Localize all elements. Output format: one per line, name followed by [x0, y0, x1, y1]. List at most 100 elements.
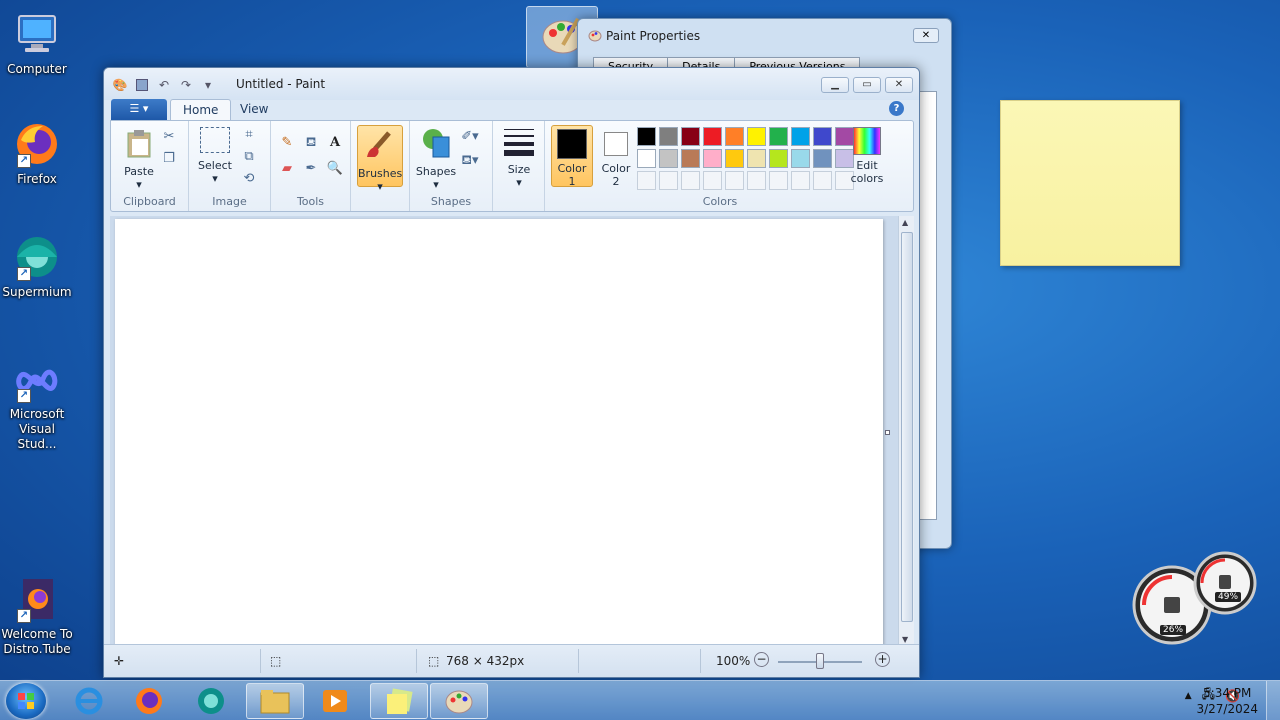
close-button[interactable]: ✕ — [885, 77, 913, 93]
palette-swatch[interactable] — [681, 127, 700, 146]
palette-swatch[interactable] — [769, 149, 788, 168]
drawing-canvas[interactable] — [115, 219, 883, 647]
palette-swatch[interactable] — [813, 149, 832, 168]
memory-usage: 49% — [1215, 592, 1242, 602]
paint-app-icon[interactable]: 🎨 — [112, 77, 128, 93]
taskbar-paint[interactable] — [430, 683, 488, 719]
pencil-icon[interactable]: ✎ — [277, 133, 297, 153]
text-icon[interactable]: A — [325, 133, 345, 153]
palette-swatch[interactable] — [747, 149, 766, 168]
tab-home[interactable]: Home — [170, 99, 232, 120]
clock-time: 5:34 PM — [1203, 686, 1252, 700]
crop-icon[interactable]: ⌗ — [239, 125, 259, 145]
color2-button[interactable]: Color 2 — [597, 128, 635, 188]
palette-swatch[interactable] — [703, 127, 722, 146]
color1-button[interactable]: Color 1 — [551, 125, 593, 188]
resize-icon[interactable]: ⧉ — [239, 147, 259, 167]
brushes-button[interactable]: Brushes ▾ — [357, 125, 403, 193]
group-clipboard: Paste ▾ ✂ ❐ Clipboard — [111, 121, 189, 211]
select-button[interactable]: Select ▾ — [195, 127, 235, 185]
shapes-button[interactable]: Shapes ▾ — [414, 127, 458, 191]
palette-swatch[interactable] — [659, 127, 678, 146]
palette-swatch[interactable] — [725, 171, 744, 190]
customize-qat-icon[interactable]: ▾ — [200, 77, 216, 93]
dialog-close-button[interactable]: ✕ — [913, 28, 939, 43]
palette-swatch[interactable] — [703, 171, 722, 190]
dialog-title: Paint Properties — [606, 29, 701, 43]
desktop-icon-label: Welcome To Distro.Tube — [1, 627, 73, 656]
palette-swatch[interactable] — [769, 171, 788, 190]
undo-icon[interactable]: ↶ — [156, 77, 172, 93]
scroll-down-icon[interactable]: ▼ — [902, 635, 908, 644]
zoom-in-button[interactable]: + — [875, 652, 890, 667]
desktop-icon-computer[interactable]: Computer — [0, 10, 74, 77]
outline-icon[interactable]: ✐▾ — [460, 127, 480, 147]
show-desktop-button[interactable] — [1266, 681, 1280, 720]
shape-fill-icon[interactable]: ⛾▾ — [460, 151, 480, 171]
palette-swatch[interactable] — [813, 171, 832, 190]
palette-swatch[interactable] — [637, 171, 656, 190]
cpu-meter-gadget[interactable]: 26% 49% — [1130, 550, 1260, 645]
zoom-out-button[interactable]: − — [754, 652, 769, 667]
tab-view[interactable]: View — [228, 99, 280, 120]
start-button[interactable] — [6, 683, 46, 719]
palette-swatch[interactable] — [747, 171, 766, 190]
save-icon[interactable] — [136, 79, 148, 91]
palette-swatch[interactable] — [813, 127, 832, 146]
color2-swatch — [604, 132, 628, 156]
magnifier-icon[interactable]: 🔍 — [325, 159, 345, 179]
canvas-resize-handle[interactable] — [885, 430, 890, 435]
zoom-slider-thumb[interactable] — [816, 653, 824, 669]
color-picker-icon[interactable]: ✒ — [301, 159, 321, 179]
maximize-button[interactable]: ▭ — [853, 77, 881, 93]
cursor-position-icon: ✛ — [114, 654, 125, 668]
taskbar-supermium[interactable] — [182, 683, 240, 719]
palette-swatch[interactable] — [703, 149, 722, 168]
sticky-note[interactable] — [1000, 100, 1180, 266]
palette-swatch[interactable] — [791, 149, 810, 168]
scroll-up-icon[interactable]: ▲ — [902, 218, 908, 227]
palette-swatch[interactable] — [681, 149, 700, 168]
palette-swatch[interactable] — [769, 127, 788, 146]
status-bar: ✛ ⬚ ⬚ 768 × 432px 100% − + — [104, 644, 919, 677]
palette-swatch[interactable] — [725, 127, 744, 146]
taskbar-firefox[interactable] — [120, 683, 178, 719]
show-hidden-icons-icon[interactable]: ▲ — [1185, 691, 1192, 701]
edit-colors-button[interactable]: Edit colors — [845, 127, 889, 185]
redo-icon[interactable]: ↷ — [178, 77, 194, 93]
folder-icon — [260, 690, 290, 714]
title-bar[interactable]: 🎨 ↶ ↷ ▾ Untitled - Paint ▁ ▭ ✕ — [104, 68, 919, 100]
minimize-button[interactable]: ▁ — [821, 77, 849, 93]
help-icon[interactable]: ? — [889, 101, 904, 116]
desktop-icon-firefox[interactable]: ↗ Firefox — [0, 120, 74, 187]
fill-icon[interactable]: ⛾ — [301, 133, 321, 153]
paint-menu-button[interactable]: ☰ ▾ — [111, 99, 167, 120]
palette-swatch[interactable] — [681, 171, 700, 190]
size-button[interactable]: Size ▾ — [499, 127, 539, 189]
paste-button[interactable]: Paste ▾ — [119, 127, 159, 191]
desktop-icon-visual-studio[interactable]: ↗ Microsoft Visual Stud... — [0, 355, 74, 452]
scrollbar-thumb[interactable] — [901, 232, 913, 622]
palette-swatch[interactable] — [659, 171, 678, 190]
palette-swatch[interactable] — [791, 171, 810, 190]
palette-swatch[interactable] — [747, 127, 766, 146]
taskbar-sticky-notes[interactable] — [370, 683, 428, 719]
desktop-icon-label: Supermium — [2, 285, 72, 299]
palette-swatch[interactable] — [637, 149, 656, 168]
eraser-icon[interactable]: ▰ — [277, 159, 297, 179]
cut-icon[interactable]: ✂ — [159, 127, 179, 147]
palette-swatch[interactable] — [725, 149, 744, 168]
palette-swatch[interactable] — [637, 127, 656, 146]
palette-swatch[interactable] — [659, 149, 678, 168]
taskbar-media-player[interactable] — [306, 683, 364, 719]
vertical-scrollbar[interactable]: ▲ ▼ — [898, 216, 914, 646]
copy-icon[interactable]: ❐ — [159, 149, 179, 169]
desktop-icon-welcome[interactable]: ↗ Welcome To Distro.Tube — [0, 575, 74, 657]
taskbar-ie[interactable] — [60, 683, 118, 719]
taskbar-explorer[interactable] — [246, 683, 304, 719]
paint-window: 🎨 ↶ ↷ ▾ Untitled - Paint ▁ ▭ ✕ ☰ ▾ Home … — [103, 67, 920, 678]
clock[interactable]: 5:34 PM 3/27/2024 — [1196, 685, 1258, 717]
desktop-icon-supermium[interactable]: ↗ Supermium — [0, 233, 74, 300]
rotate-icon[interactable]: ⟲ — [239, 169, 259, 189]
palette-swatch[interactable] — [791, 127, 810, 146]
